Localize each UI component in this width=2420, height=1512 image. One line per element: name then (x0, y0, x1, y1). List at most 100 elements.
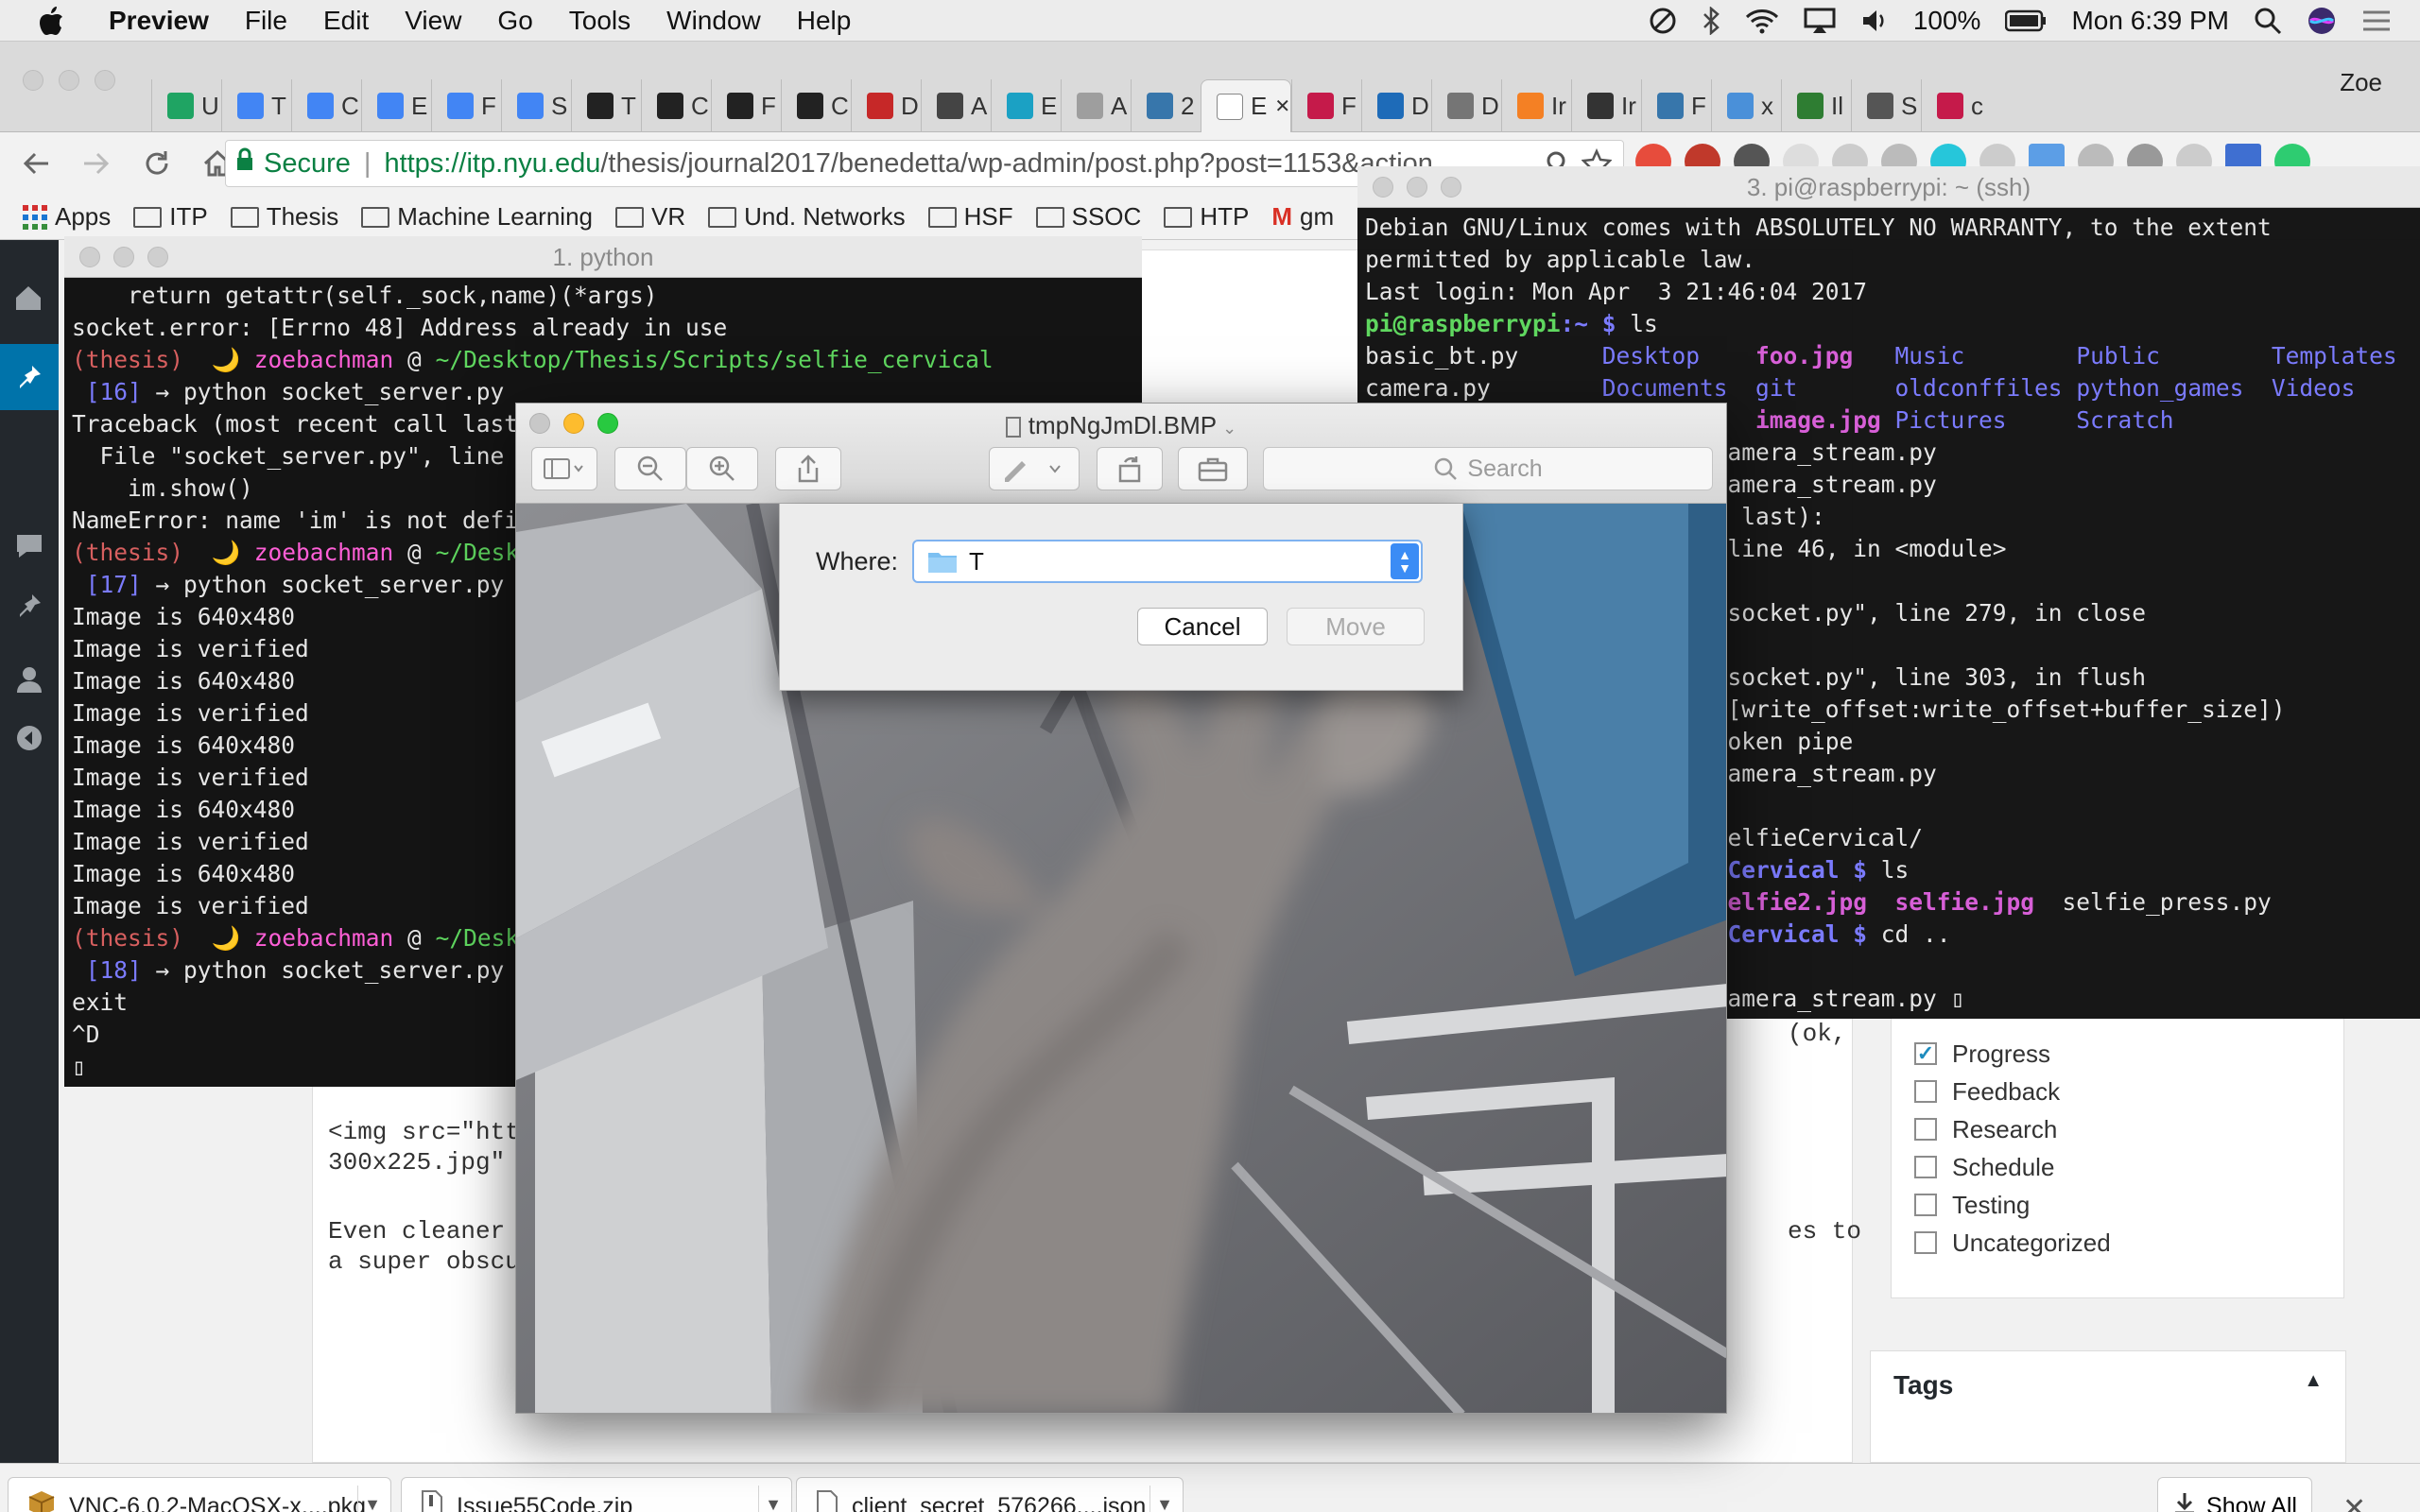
bookmark-folder-thesis[interactable]: Thesis (230, 202, 338, 232)
share-button[interactable] (775, 447, 841, 490)
browser-tab[interactable]: T (221, 79, 291, 132)
browser-tab[interactable]: C (641, 79, 711, 132)
notification-center-icon[interactable] (2361, 9, 2392, 33)
close-window-button[interactable] (1373, 177, 1393, 198)
battery-percent[interactable]: 100% (1913, 6, 1981, 36)
chevron-down-icon[interactable]: ⌄ (1222, 419, 1236, 438)
download-item[interactable]: Issue55Code.zip ▼ (401, 1477, 792, 1512)
preview-title[interactable]: tmpNgJmDl.BMP ⌄ (516, 411, 1726, 440)
collapse-arrow-icon[interactable]: ▲ (2304, 1370, 2323, 1400)
wifi-icon[interactable] (1745, 8, 1779, 34)
show-all-downloads-button[interactable]: Show All (2157, 1477, 2312, 1512)
toolbox-button[interactable] (1178, 447, 1248, 490)
terminal-title-bar[interactable]: 3. pi@raspberrypi: ~ (ssh) (1357, 166, 2420, 208)
menu-edit[interactable]: Edit (305, 6, 387, 36)
browser-tab[interactable]: Ir (1571, 79, 1641, 132)
browser-tab[interactable]: F (1641, 79, 1711, 132)
minimize-window-button[interactable] (59, 70, 79, 91)
select-stepper-icon[interactable]: ▲ ▼ (1391, 543, 1419, 579)
preview-window[interactable]: tmpNgJmDl.BMP ⌄ Search Where: T ▲ ▼ Canc… (515, 403, 1727, 1414)
category-checkbox[interactable] (1914, 1194, 1937, 1216)
preview-title-bar[interactable]: tmpNgJmDl.BMP ⌄ Search (516, 404, 1726, 504)
airplay-icon[interactable] (1804, 8, 1836, 34)
menu-help[interactable]: Help (779, 6, 870, 36)
menu-window[interactable]: Window (648, 6, 779, 36)
category-checkbox[interactable] (1914, 1231, 1937, 1254)
category-checkbox-row[interactable]: Research (1914, 1110, 2343, 1148)
sidebar-toggle-button[interactable] (531, 447, 597, 490)
download-item[interactable]: client_secret_576266....json ▼ (796, 1477, 1184, 1512)
wp-comments-icon[interactable] (15, 533, 43, 564)
minimize-window-button[interactable] (113, 247, 134, 267)
browser-tab[interactable]: 2 (1131, 79, 1201, 132)
battery-icon[interactable] (2005, 9, 2047, 32)
category-checkbox[interactable] (1914, 1118, 1937, 1141)
siri-icon[interactable] (2307, 6, 2337, 36)
no-entry-icon[interactable] (1649, 7, 1677, 35)
browser-tab[interactable]: C (781, 79, 851, 132)
menu-go[interactable]: Go (479, 6, 550, 36)
menubar-clock[interactable]: Mon 6:39 PM (2071, 6, 2229, 36)
zoom-window-button[interactable] (95, 70, 115, 91)
category-checkbox-row[interactable]: Uncategorized (1914, 1224, 2343, 1262)
browser-tab[interactable]: F (1291, 79, 1361, 132)
minimize-window-button[interactable] (1407, 177, 1427, 198)
bookmark-folder-hsf[interactable]: HSF (927, 202, 1013, 232)
category-checkbox-row[interactable]: Schedule (1914, 1148, 2343, 1186)
wp-collapse-icon[interactable] (15, 724, 43, 757)
browser-tab[interactable]: C (291, 79, 361, 132)
browser-tab[interactable]: E (361, 79, 431, 132)
category-checkbox[interactable] (1914, 1156, 1937, 1178)
wp-pin-icon[interactable] (15, 592, 43, 625)
category-checkbox-row[interactable]: Testing (1914, 1186, 2343, 1224)
terminal-title-bar[interactable]: 1. python (64, 236, 1142, 278)
bookmark-apps[interactable]: Apps (23, 202, 111, 232)
browser-tab[interactable]: Ir (1501, 79, 1571, 132)
volume-icon[interactable] (1860, 8, 1889, 34)
app-menu-preview[interactable]: Preview (91, 6, 227, 36)
bookmark-gmail[interactable]: Mgm (1271, 202, 1334, 232)
move-button[interactable]: Move (1287, 608, 1425, 645)
bookmark-folder-ssoc[interactable]: SSOC (1035, 202, 1141, 232)
wp-users-icon[interactable] (15, 665, 43, 698)
close-downloads-icon[interactable]: ✕ (2342, 1492, 2366, 1512)
browser-tab[interactable]: S (1851, 79, 1921, 132)
browser-tab[interactable]: F (711, 79, 781, 132)
category-checkbox[interactable]: ✓ (1914, 1041, 1937, 1065)
category-checkbox[interactable] (1914, 1080, 1937, 1103)
close-window-button[interactable] (23, 70, 43, 91)
browser-tab[interactable]: A (921, 79, 991, 132)
category-checkbox-row[interactable]: Feedback (1914, 1073, 2343, 1110)
browser-tab[interactable]: E ✕ (1201, 79, 1291, 132)
download-item[interactable]: VNC-6.0.2-MacOSX-x....pkg ▼ (8, 1477, 391, 1512)
zoom-window-button[interactable] (1441, 177, 1461, 198)
forward-button[interactable] (72, 139, 121, 188)
zoom-window-button[interactable] (147, 247, 168, 267)
close-tab-icon[interactable]: ✕ (1274, 94, 1290, 118)
browser-tab[interactable]: Il (1781, 79, 1851, 132)
zoom-out-button[interactable] (614, 447, 686, 490)
preview-search-field[interactable]: Search (1263, 447, 1713, 490)
browser-tab[interactable]: U (151, 79, 221, 132)
browser-tab[interactable]: D (851, 79, 921, 132)
browser-tab[interactable]: F (431, 79, 501, 132)
rotate-button[interactable] (1097, 447, 1163, 490)
bluetooth-icon[interactable] (1702, 6, 1720, 35)
cancel-button[interactable]: Cancel (1137, 608, 1268, 645)
menu-view[interactable]: View (387, 6, 479, 36)
bookmark-folder-itp[interactable]: ITP (133, 202, 208, 232)
spotlight-search-icon[interactable] (2254, 7, 2282, 35)
wp-home-icon[interactable] (13, 284, 43, 317)
browser-tab[interactable]: E (991, 79, 1061, 132)
bookmark-folder-machine-learning[interactable]: Machine Learning (361, 202, 593, 232)
profile-name[interactable]: Zoe (2340, 68, 2382, 97)
markup-button[interactable] (989, 447, 1080, 490)
browser-tab[interactable]: T (571, 79, 641, 132)
zoom-in-button[interactable] (686, 447, 758, 490)
back-button[interactable] (11, 139, 60, 188)
browser-tab[interactable]: S (501, 79, 571, 132)
wp-posts-icon[interactable] (0, 344, 59, 410)
bookmark-folder-und-networks[interactable]: Und. Networks (708, 202, 906, 232)
destination-folder-select[interactable]: T ▲ ▼ (912, 540, 1423, 583)
menu-file[interactable]: File (227, 6, 305, 36)
